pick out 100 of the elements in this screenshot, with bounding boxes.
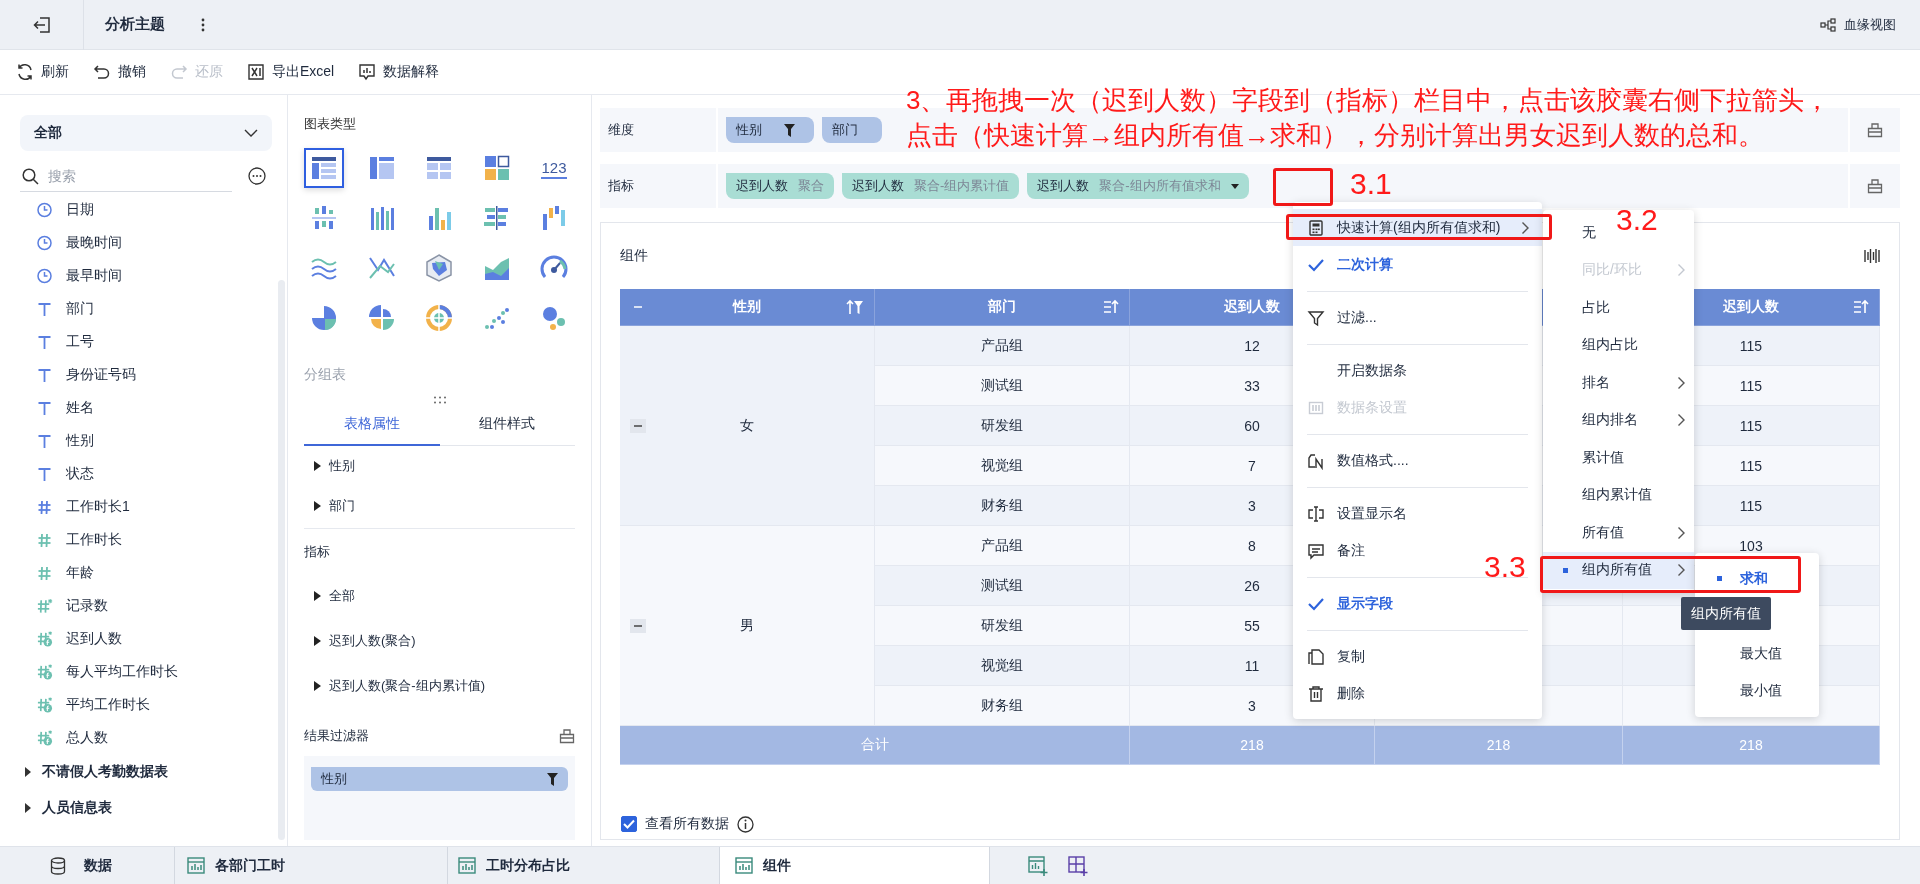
menu-item[interactable]: 二次计算 xyxy=(1293,246,1542,283)
step-label: 3.1 xyxy=(1350,167,1392,201)
hash-icon xyxy=(36,564,53,581)
bullet-icon xyxy=(1717,576,1722,582)
property-item[interactable]: 迟到人数(聚合) xyxy=(329,631,416,650)
more-icon[interactable] xyxy=(248,167,266,185)
field-name[interactable]: 姓名 xyxy=(66,398,94,417)
section-title: 指标 xyxy=(304,543,331,561)
chart-sheet-icon xyxy=(187,857,205,874)
field-name[interactable]: 状态 xyxy=(66,464,94,483)
field-name[interactable]: 最早时间 xyxy=(66,266,122,285)
field-chip[interactable]: 部门 xyxy=(822,117,882,143)
table-icon[interactable] xyxy=(304,148,344,188)
property-item[interactable]: 全部 xyxy=(329,586,355,605)
section-title: 图表类型 xyxy=(304,115,357,133)
add-chart-icon[interactable] xyxy=(1028,855,1048,876)
table-name[interactable]: 不请假人考勤数据表 xyxy=(42,763,168,781)
field-name[interactable]: 性别 xyxy=(66,431,94,450)
hash-icon xyxy=(36,498,53,515)
field-name[interactable]: 记录数 xyxy=(66,596,108,615)
barcode-icon[interactable] xyxy=(1864,248,1880,264)
sort-icon[interactable] xyxy=(1853,299,1869,315)
field-name[interactable]: 身份证号码 xyxy=(66,365,136,384)
table-cell: 财务组 xyxy=(875,486,1130,526)
card-title: 组件 xyxy=(620,247,648,265)
field-name[interactable]: 年龄 xyxy=(66,563,94,582)
field-name[interactable]: 最晚时间 xyxy=(66,233,122,252)
filter-icon[interactable] xyxy=(547,772,558,786)
field-name[interactable]: 迟到人数 xyxy=(66,629,122,648)
formula-icon xyxy=(36,630,53,647)
menu-item[interactable]: 占比 xyxy=(1543,289,1618,327)
add-dashboard-icon[interactable] xyxy=(1068,855,1088,876)
caret-right-icon[interactable] xyxy=(314,635,321,646)
caret-right-icon[interactable] xyxy=(24,767,32,777)
field-chip[interactable]: 迟到人数 聚合-组内累计值 xyxy=(842,173,1020,199)
field-name[interactable]: 工作时长1 xyxy=(66,497,130,516)
data-insight-icon xyxy=(358,63,377,81)
menu-item[interactable]: 最小值 xyxy=(1695,672,1819,710)
field-name[interactable]: 总人数 xyxy=(66,728,108,747)
lineage-view-button[interactable]: 血缘视图 xyxy=(1820,15,1896,34)
field-chip[interactable]: 性别 xyxy=(726,117,814,143)
dock-icon[interactable] xyxy=(1867,122,1883,138)
field-name[interactable]: 部门 xyxy=(66,299,94,318)
exit-icon[interactable] xyxy=(32,15,51,34)
checkbox-label[interactable]: 查看所有数据 xyxy=(645,815,729,833)
field-name[interactable]: 工号 xyxy=(66,332,94,351)
property-item[interactable]: 部门 xyxy=(329,497,355,515)
collapse-icon[interactable] xyxy=(630,418,646,433)
toolbar-button[interactable]: 数据解释 xyxy=(358,63,440,81)
caret-right-icon[interactable] xyxy=(314,590,321,601)
menu-item[interactable]: 最大值 xyxy=(1695,635,1819,673)
hash-icon xyxy=(36,531,53,548)
annotation-text: 3、再拖拽一次（迟到人数）字段到（指标）栏目中，点击该胶囊右侧下拉箭头，点击（快速计算→组内所有值→求和），分别计算出男女迟到人数的总和。 xyxy=(906,84,1832,152)
table-cell: 218 xyxy=(1375,726,1623,765)
table-cell: 合计 xyxy=(620,726,1130,765)
field-chip[interactable]: 迟到人数 聚合 xyxy=(726,173,834,199)
sheet-tab[interactable]: 数据 xyxy=(0,846,175,884)
field-chip[interactable]: 迟到人数 聚合-组内所有值求和 xyxy=(1027,173,1249,199)
drag-handle-icon[interactable] xyxy=(432,396,447,404)
field-name[interactable]: 每人平均工作时长 xyxy=(66,662,178,681)
sheet-tab[interactable]: 组件 xyxy=(720,846,990,884)
toolbar-button[interactable]: 刷新 xyxy=(16,63,69,81)
collapse-icon[interactable] xyxy=(630,618,646,633)
field-name[interactable]: 平均工作时长 xyxy=(66,695,150,714)
field-name[interactable]: 工作时长 xyxy=(66,530,122,549)
caret-right-icon[interactable] xyxy=(24,803,32,813)
property-item[interactable]: 性别 xyxy=(329,457,355,475)
toolbar-button[interactable]: 导出Excel xyxy=(247,63,335,81)
menu-item[interactable]: 组内所有值 xyxy=(1543,551,1694,589)
sheet-tab[interactable]: 各部门工时 xyxy=(175,846,448,884)
toolbar-button[interactable]: 撤销 xyxy=(93,63,146,81)
scope-dropdown[interactable]: 全部 xyxy=(20,115,272,151)
table-name[interactable]: 人员信息表 xyxy=(42,799,112,817)
field-name[interactable]: 日期 xyxy=(66,200,94,219)
sort-icon[interactable] xyxy=(1103,299,1119,315)
dock-icon[interactable] xyxy=(559,728,575,744)
checkbox[interactable] xyxy=(621,816,637,832)
comment-icon xyxy=(1307,541,1325,560)
search-field[interactable]: 搜索 xyxy=(20,160,232,192)
dropdown-arrow-icon[interactable] xyxy=(1230,183,1239,189)
table-cell: 研发组 xyxy=(875,406,1130,446)
bar-label: 维度 xyxy=(600,108,718,152)
dock-icon[interactable] xyxy=(1867,178,1883,194)
more-icon[interactable] xyxy=(201,17,205,32)
section-title: 结果过滤器 xyxy=(304,727,369,745)
chart-sheet-icon xyxy=(735,857,753,874)
property-item[interactable]: 迟到人数(聚合-组内累计值) xyxy=(329,676,485,695)
panel-tab[interactable]: 组件样式 xyxy=(439,404,575,446)
menu-item[interactable]: 无 xyxy=(1543,214,1604,252)
filter-chip[interactable]: 性别 xyxy=(311,767,568,791)
panel-tab[interactable]: 表格属性 xyxy=(304,404,440,446)
caret-right-icon[interactable] xyxy=(314,680,321,691)
text-type-icon xyxy=(36,465,53,482)
sort-filter-icon[interactable] xyxy=(846,299,864,315)
filter-icon[interactable] xyxy=(784,123,795,137)
filter-drop-area[interactable]: 性别 xyxy=(304,756,575,840)
caret-right-icon[interactable] xyxy=(314,501,321,511)
info-icon[interactable] xyxy=(737,815,754,833)
search-icon xyxy=(22,168,39,185)
caret-right-icon[interactable] xyxy=(314,461,321,471)
